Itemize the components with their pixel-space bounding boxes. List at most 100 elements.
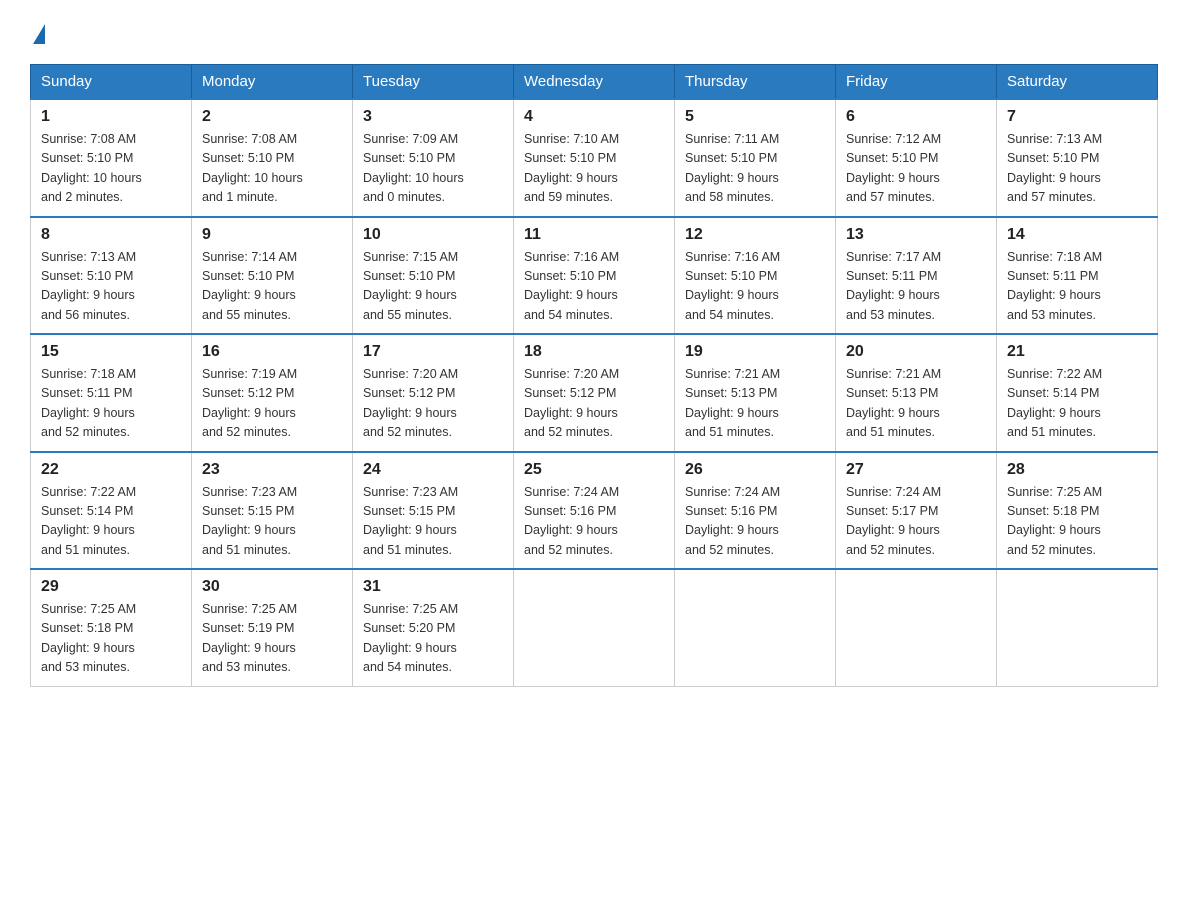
day-number: 25 bbox=[524, 461, 664, 479]
day-info: Sunrise: 7:21 AMSunset: 5:13 PMDaylight:… bbox=[846, 365, 986, 443]
calendar-day-cell: 4Sunrise: 7:10 AMSunset: 5:10 PMDaylight… bbox=[514, 99, 675, 217]
day-info: Sunrise: 7:18 AMSunset: 5:11 PMDaylight:… bbox=[1007, 248, 1147, 326]
calendar-week-row: 15Sunrise: 7:18 AMSunset: 5:11 PMDayligh… bbox=[31, 334, 1158, 452]
day-number: 12 bbox=[685, 226, 825, 244]
day-info: Sunrise: 7:22 AMSunset: 5:14 PMDaylight:… bbox=[1007, 365, 1147, 443]
day-number: 26 bbox=[685, 461, 825, 479]
day-info: Sunrise: 7:19 AMSunset: 5:12 PMDaylight:… bbox=[202, 365, 342, 443]
day-info: Sunrise: 7:25 AMSunset: 5:18 PMDaylight:… bbox=[1007, 483, 1147, 561]
day-number: 18 bbox=[524, 343, 664, 361]
calendar-day-cell: 12 Sunrise: 7:16 AMSunset: 5:10 PMDayligh… bbox=[675, 217, 836, 335]
day-number: 21 bbox=[1007, 343, 1147, 361]
day-info: Sunrise: 7:16 AMSunset: 5:10 PMDaylight:… bbox=[524, 248, 664, 326]
calendar-day-cell bbox=[675, 569, 836, 686]
calendar-header-thursday: Thursday bbox=[675, 65, 836, 100]
day-info: Sunrise: 7:15 AMSunset: 5:10 PMDaylight:… bbox=[363, 248, 503, 326]
calendar-day-cell: 27 Sunrise: 7:24 AMSunset: 5:17 PMDayligh… bbox=[836, 452, 997, 570]
day-number: 11 bbox=[524, 226, 664, 244]
day-number: 16 bbox=[202, 343, 342, 361]
calendar-header-friday: Friday bbox=[836, 65, 997, 100]
calendar-day-cell: 9Sunrise: 7:14 AMSunset: 5:10 PMDaylight… bbox=[192, 217, 353, 335]
day-number: 3 bbox=[363, 108, 503, 126]
calendar-day-cell: 18Sunrise: 7:20 AMSunset: 5:12 PMDayligh… bbox=[514, 334, 675, 452]
day-info: Sunrise: 7:20 AMSunset: 5:12 PMDaylight:… bbox=[363, 365, 503, 443]
calendar-day-cell: 7 Sunrise: 7:13 AMSunset: 5:10 PMDaylight… bbox=[997, 99, 1158, 217]
calendar-day-cell: 22 Sunrise: 7:22 AMSunset: 5:14 PMDayligh… bbox=[31, 452, 192, 570]
day-number: 29 bbox=[41, 578, 181, 596]
day-number: 2 bbox=[202, 108, 342, 126]
calendar-day-cell: 3 Sunrise: 7:09 AMSunset: 5:10 PMDaylight… bbox=[353, 99, 514, 217]
day-number: 1 bbox=[41, 108, 181, 126]
day-info: Sunrise: 7:14 AMSunset: 5:10 PMDaylight:… bbox=[202, 248, 342, 326]
calendar-day-cell: 31 Sunrise: 7:25 AMSunset: 5:20 PMDayligh… bbox=[353, 569, 514, 686]
calendar-day-cell: 11 Sunrise: 7:16 AMSunset: 5:10 PMDayligh… bbox=[514, 217, 675, 335]
day-info: Sunrise: 7:22 AMSunset: 5:14 PMDaylight:… bbox=[41, 483, 181, 561]
calendar-day-cell: 10 Sunrise: 7:15 AMSunset: 5:10 PMDayligh… bbox=[353, 217, 514, 335]
day-info: Sunrise: 7:16 AMSunset: 5:10 PMDaylight:… bbox=[685, 248, 825, 326]
day-info: Sunrise: 7:10 AMSunset: 5:10 PMDaylight:… bbox=[524, 130, 664, 208]
day-info: Sunrise: 7:24 AMSunset: 5:16 PMDaylight:… bbox=[524, 483, 664, 561]
calendar-header-monday: Monday bbox=[192, 65, 353, 100]
calendar-header-tuesday: Tuesday bbox=[353, 65, 514, 100]
day-number: 8 bbox=[41, 226, 181, 244]
day-number: 20 bbox=[846, 343, 986, 361]
calendar-day-cell: 28 Sunrise: 7:25 AMSunset: 5:18 PMDayligh… bbox=[997, 452, 1158, 570]
day-info: Sunrise: 7:23 AMSunset: 5:15 PMDaylight:… bbox=[202, 483, 342, 561]
day-number: 7 bbox=[1007, 108, 1147, 126]
day-number: 28 bbox=[1007, 461, 1147, 479]
day-info: Sunrise: 7:17 AMSunset: 5:11 PMDaylight:… bbox=[846, 248, 986, 326]
calendar-day-cell bbox=[514, 569, 675, 686]
day-number: 17 bbox=[363, 343, 503, 361]
calendar-day-cell: 1Sunrise: 7:08 AMSunset: 5:10 PMDaylight… bbox=[31, 99, 192, 217]
calendar-day-cell: 26Sunrise: 7:24 AMSunset: 5:16 PMDayligh… bbox=[675, 452, 836, 570]
day-info: Sunrise: 7:13 AMSunset: 5:10 PMDaylight:… bbox=[41, 248, 181, 326]
logo-triangle-icon bbox=[33, 24, 45, 44]
day-number: 6 bbox=[846, 108, 986, 126]
calendar-day-cell: 16 Sunrise: 7:19 AMSunset: 5:12 PMDayligh… bbox=[192, 334, 353, 452]
day-info: Sunrise: 7:09 AMSunset: 5:10 PMDaylight:… bbox=[363, 130, 503, 208]
calendar-day-cell: 21 Sunrise: 7:22 AMSunset: 5:14 PMDayligh… bbox=[997, 334, 1158, 452]
calendar-week-row: 29 Sunrise: 7:25 AMSunset: 5:18 PMDayligh… bbox=[31, 569, 1158, 686]
calendar-day-cell: 24 Sunrise: 7:23 AMSunset: 5:15 PMDayligh… bbox=[353, 452, 514, 570]
calendar-day-cell: 13 Sunrise: 7:17 AMSunset: 5:11 PMDayligh… bbox=[836, 217, 997, 335]
day-number: 31 bbox=[363, 578, 503, 596]
day-info: Sunrise: 7:11 AMSunset: 5:10 PMDaylight:… bbox=[685, 130, 825, 208]
day-number: 24 bbox=[363, 461, 503, 479]
day-info: Sunrise: 7:24 AMSunset: 5:17 PMDaylight:… bbox=[846, 483, 986, 561]
day-info: Sunrise: 7:23 AMSunset: 5:15 PMDaylight:… bbox=[363, 483, 503, 561]
day-number: 27 bbox=[846, 461, 986, 479]
calendar-day-cell: 25 Sunrise: 7:24 AMSunset: 5:16 PMDayligh… bbox=[514, 452, 675, 570]
day-number: 10 bbox=[363, 226, 503, 244]
calendar-week-row: 22 Sunrise: 7:22 AMSunset: 5:14 PMDayligh… bbox=[31, 452, 1158, 570]
day-number: 30 bbox=[202, 578, 342, 596]
day-info: Sunrise: 7:25 AMSunset: 5:20 PMDaylight:… bbox=[363, 600, 503, 678]
calendar-week-row: 1Sunrise: 7:08 AMSunset: 5:10 PMDaylight… bbox=[31, 99, 1158, 217]
day-number: 5 bbox=[685, 108, 825, 126]
day-number: 13 bbox=[846, 226, 986, 244]
day-info: Sunrise: 7:25 AMSunset: 5:19 PMDaylight:… bbox=[202, 600, 342, 678]
calendar-day-cell: 17 Sunrise: 7:20 AMSunset: 5:12 PMDayligh… bbox=[353, 334, 514, 452]
day-info: Sunrise: 7:25 AMSunset: 5:18 PMDaylight:… bbox=[41, 600, 181, 678]
calendar-day-cell: 19Sunrise: 7:21 AMSunset: 5:13 PMDayligh… bbox=[675, 334, 836, 452]
logo bbox=[30, 20, 45, 44]
calendar-day-cell: 30 Sunrise: 7:25 AMSunset: 5:19 PMDayligh… bbox=[192, 569, 353, 686]
day-number: 15 bbox=[41, 343, 181, 361]
day-number: 22 bbox=[41, 461, 181, 479]
calendar-header-wednesday: Wednesday bbox=[514, 65, 675, 100]
calendar-day-cell: 14 Sunrise: 7:18 AMSunset: 5:11 PMDayligh… bbox=[997, 217, 1158, 335]
calendar-table: SundayMondayTuesdayWednesdayThursdayFrid… bbox=[30, 64, 1158, 687]
calendar-day-cell: 8 Sunrise: 7:13 AMSunset: 5:10 PMDaylight… bbox=[31, 217, 192, 335]
calendar-header-saturday: Saturday bbox=[997, 65, 1158, 100]
calendar-header-row: SundayMondayTuesdayWednesdayThursdayFrid… bbox=[31, 65, 1158, 100]
day-info: Sunrise: 7:21 AMSunset: 5:13 PMDaylight:… bbox=[685, 365, 825, 443]
calendar-day-cell: 23 Sunrise: 7:23 AMSunset: 5:15 PMDayligh… bbox=[192, 452, 353, 570]
calendar-day-cell: 29 Sunrise: 7:25 AMSunset: 5:18 PMDayligh… bbox=[31, 569, 192, 686]
day-info: Sunrise: 7:13 AMSunset: 5:10 PMDaylight:… bbox=[1007, 130, 1147, 208]
calendar-day-cell: 15Sunrise: 7:18 AMSunset: 5:11 PMDayligh… bbox=[31, 334, 192, 452]
calendar-week-row: 8 Sunrise: 7:13 AMSunset: 5:10 PMDaylight… bbox=[31, 217, 1158, 335]
day-number: 23 bbox=[202, 461, 342, 479]
day-number: 14 bbox=[1007, 226, 1147, 244]
calendar-day-cell: 5 Sunrise: 7:11 AMSunset: 5:10 PMDaylight… bbox=[675, 99, 836, 217]
calendar-day-cell bbox=[997, 569, 1158, 686]
page-header bbox=[30, 20, 1158, 44]
